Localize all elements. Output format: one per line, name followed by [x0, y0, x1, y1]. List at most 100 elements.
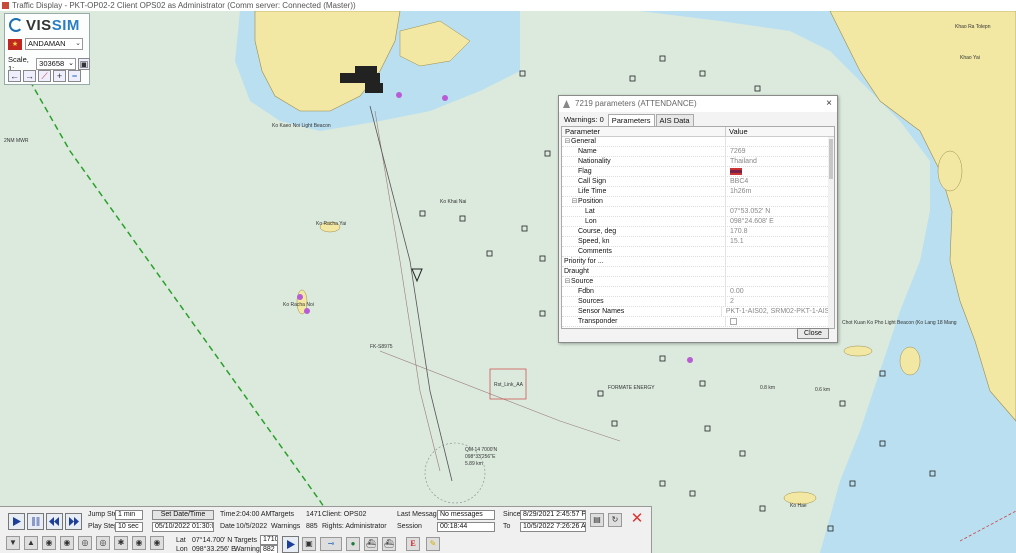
- close-button[interactable]: Close: [797, 328, 829, 339]
- chart-map[interactable]: Khao Ra Tolepn Khao Yai Ko Kaeo Noi Ligh…: [0, 11, 1016, 553]
- route-icon[interactable]: ⛴: [382, 537, 396, 551]
- parameter-row[interactable]: Lon 098°24.608' E: [562, 217, 834, 227]
- parameter-name: Course, deg: [578, 228, 617, 235]
- cancel-icon[interactable]: ✕: [628, 511, 646, 529]
- parameter-value: PKT-1-AIS02, SRM02-PKT-1-AIS02: [725, 308, 834, 315]
- close-icon[interactable]: ×: [826, 96, 832, 112]
- play-step-select[interactable]: 10 sec: [115, 522, 143, 532]
- column-header-parameter: Parameter: [562, 127, 726, 136]
- playback-toolbar: Jump Step 1 min Play Step 10 sec Set Dat…: [0, 506, 652, 553]
- parameter-row[interactable]: Lat 07°53.052' N: [562, 207, 834, 217]
- target-icon[interactable]: ◉: [42, 536, 56, 550]
- rewind-button[interactable]: [46, 513, 63, 530]
- parameter-row[interactable]: Course, deg 170.8: [562, 227, 834, 237]
- parameter-row[interactable]: ⊟Source: [562, 277, 834, 287]
- svg-text:5.89 km: 5.89 km: [465, 461, 483, 467]
- parameter-row[interactable]: Comments: [562, 247, 834, 257]
- parameter-row[interactable]: Name 7269: [562, 147, 834, 157]
- dialog-title-bar[interactable]: 7219 parameters (ATTENDANCE) ×: [559, 96, 837, 112]
- forward-arrow-icon[interactable]: →: [23, 70, 36, 82]
- key-icon[interactable]: ⊸: [320, 537, 342, 551]
- since-field[interactable]: 8/29/2021 2:45:57 PM: [520, 510, 586, 520]
- parameter-row[interactable]: Call Sign BBC4: [562, 177, 834, 187]
- dialog-title: 7219 parameters (ATTENDANCE): [575, 99, 697, 108]
- svg-text:Khao Yai: Khao Yai: [960, 55, 980, 61]
- svg-text:Ko Hae: Ko Hae: [790, 503, 807, 509]
- record-icon[interactable]: ●: [346, 537, 360, 551]
- svg-text:Khao Ra Tolepn: Khao Ra Tolepn: [955, 24, 991, 30]
- expander-icon[interactable]: ⊟: [564, 277, 571, 286]
- tab-ais-data[interactable]: AIS Data: [655, 114, 694, 126]
- play-selected-button[interactable]: [282, 536, 299, 553]
- region-flag-icon[interactable]: ★: [8, 38, 22, 50]
- grid-scrollbar[interactable]: [828, 137, 834, 328]
- parameter-row[interactable]: Draught: [562, 267, 834, 277]
- parameter-row[interactable]: ⊟Position: [562, 197, 834, 207]
- parameter-row[interactable]: Sensor Names PKT-1-AIS02, SRM02-PKT-1-AIS…: [562, 307, 834, 317]
- last-message-label: Last Message: [397, 511, 441, 518]
- date-label: Date: [220, 523, 235, 530]
- svg-text:Ko Kaeo Noi Light Beacon: Ko Kaeo Noi Light Beacon: [272, 123, 331, 129]
- set-datetime-button[interactable]: Set Date/Time: [152, 510, 214, 520]
- track-icon[interactable]: ◉: [132, 536, 146, 550]
- settings-icon[interactable]: ✱: [114, 536, 128, 550]
- jump-step-select[interactable]: 1 min: [115, 510, 143, 520]
- zoom-in-icon[interactable]: +: [53, 70, 66, 82]
- chevron-down-icon: ⌄: [75, 40, 81, 47]
- scale-select[interactable]: 303658 ⌄: [36, 58, 76, 70]
- region-select[interactable]: ANDAMAN ⌄: [25, 38, 83, 50]
- target-alt-icon[interactable]: ◉: [60, 536, 74, 550]
- datetime-input[interactable]: 05/10/2022 01:30:00: [152, 522, 214, 532]
- target-list-icon[interactable]: ◎: [78, 536, 92, 550]
- parameter-name: Comments: [578, 248, 612, 255]
- tab-warnings[interactable]: Warnings: 0: [561, 114, 607, 126]
- to-field[interactable]: 10/5/2022 7:26:26 AM: [520, 522, 586, 532]
- scrollbar-thumb[interactable]: [829, 139, 833, 179]
- parameter-row[interactable]: Sources 2: [562, 297, 834, 307]
- since-label: Since: [503, 511, 521, 518]
- grid-header: Parameter Value: [562, 127, 834, 137]
- fast-forward-button[interactable]: [65, 513, 82, 530]
- document-icon[interactable]: ▤: [590, 513, 604, 527]
- measure-line-icon[interactable]: ⟋: [38, 70, 51, 82]
- parameter-name: Source: [571, 278, 594, 285]
- parameter-row[interactable]: ⊟General: [562, 137, 834, 147]
- map-canvas[interactable]: Khao Ra Tolepn Khao Yai Ko Kaeo Noi Ligh…: [0, 11, 1016, 553]
- back-arrow-icon[interactable]: ←: [8, 70, 21, 82]
- play-button[interactable]: [8, 513, 25, 530]
- pencil-icon[interactable]: ✎: [426, 537, 440, 551]
- svg-text:2NM MWR: 2NM MWR: [4, 138, 29, 144]
- lon-label: Lon: [176, 546, 188, 553]
- last-message-field[interactable]: No messages: [437, 510, 495, 520]
- pause-button[interactable]: [27, 513, 44, 530]
- transponder-checkbox[interactable]: [730, 318, 737, 325]
- vessel-list-icon[interactable]: ⛴: [364, 537, 378, 551]
- lon-value: 098°33.256' E: [192, 546, 236, 553]
- tab-parameters[interactable]: Parameters: [607, 114, 655, 126]
- parameter-row[interactable]: Transponder: [562, 317, 834, 327]
- save-icon[interactable]: ▣: [302, 537, 316, 551]
- svg-text:Chot Kuan Ko Pho Light Beacon: Chot Kuan Ko Pho Light Beacon (Ko Lang 1…: [842, 320, 957, 326]
- expander-icon[interactable]: ⊟: [571, 197, 578, 206]
- filter-icon[interactable]: ▼: [6, 536, 20, 550]
- refresh-icon[interactable]: ↻: [608, 513, 622, 527]
- target-group-icon[interactable]: ◎: [96, 536, 110, 550]
- expander-icon[interactable]: ⊟: [564, 137, 571, 146]
- zoom-out-icon[interactable]: −: [68, 70, 81, 82]
- filter-alt-icon[interactable]: ▲: [24, 536, 38, 550]
- targets2-value: 1710: [260, 535, 278, 545]
- scale-apply-icon[interactable]: ▣: [78, 58, 90, 70]
- parameter-row[interactable]: Nationality Thailand: [562, 157, 834, 167]
- track-alt-icon[interactable]: ◉: [150, 536, 164, 550]
- parameter-row[interactable]: Fdbn 0.00: [562, 287, 834, 297]
- session-field: 00:18:44: [437, 522, 495, 532]
- client-text: Client: OPS02: [322, 511, 367, 518]
- edit-icon[interactable]: E: [406, 537, 420, 551]
- parameter-row[interactable]: Priority for ...: [562, 257, 834, 267]
- thailand-flag-icon: [730, 168, 742, 175]
- vessel-parameters-dialog: 7219 parameters (ATTENDANCE) × Warnings:…: [558, 95, 838, 343]
- play-step-label: Play Step: [88, 523, 118, 530]
- parameter-row[interactable]: Life Time 1h26m: [562, 187, 834, 197]
- parameter-row[interactable]: Speed, kn 15.1: [562, 237, 834, 247]
- parameter-row[interactable]: Flag: [562, 167, 834, 177]
